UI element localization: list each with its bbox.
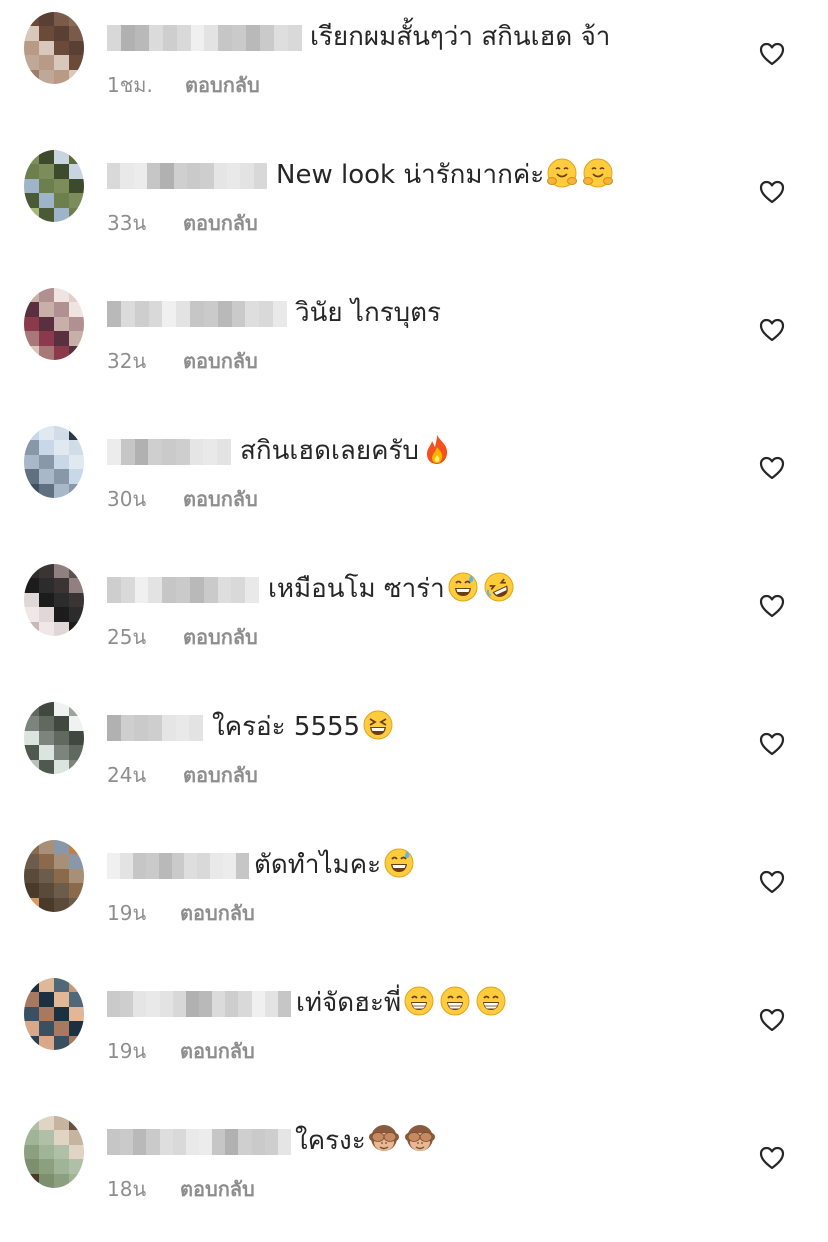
see-no-evil-monkey-emoji xyxy=(404,1123,436,1155)
reply-button[interactable]: ตอบกลับ xyxy=(183,486,258,512)
comment-item: เท่จัดฮะพี่ 19น ตอบกลับ xyxy=(0,966,828,1104)
comment-text: เรียกผมสั้นๆว่า สกินเฮด จ้า xyxy=(310,17,610,57)
avatar[interactable] xyxy=(24,426,84,498)
reply-button[interactable]: ตอบกลับ xyxy=(185,72,260,98)
comment-item: เหมือนโม ซาร่า 25น ตอบกลับ xyxy=(0,552,828,690)
beaming-smile-emoji xyxy=(439,985,471,1017)
comment-text: สกินเฮดเลยครับ xyxy=(240,431,455,471)
avatar[interactable] xyxy=(24,840,84,912)
comment-item: New look น่ารักมากค่ะ 33น ตอบกลับ xyxy=(0,138,828,276)
comment-text: เหมือนโม ซาร่า xyxy=(268,569,517,609)
see-no-evil-monkey-emoji xyxy=(368,1123,400,1155)
username-redacted[interactable] xyxy=(107,25,302,51)
reply-button[interactable]: ตอบกลับ xyxy=(183,624,258,650)
avatar[interactable] xyxy=(24,150,84,222)
comment-text: เท่จัดฮะพี่ xyxy=(296,983,509,1023)
comment-text-content: ใครงะ xyxy=(295,1126,366,1156)
username-redacted[interactable] xyxy=(107,991,291,1017)
reply-button[interactable]: ตอบกลับ xyxy=(180,1038,255,1064)
comment-item: ตัดทำไมคะ 19น ตอบกลับ xyxy=(0,828,828,966)
comment-text: ตัดทำไมคะ xyxy=(254,845,417,885)
username-redacted[interactable] xyxy=(107,439,231,465)
avatar[interactable] xyxy=(24,564,84,636)
comment-item: ใครอ่ะ 5555 24น ตอบกลับ xyxy=(0,690,828,828)
beaming-smile-emoji xyxy=(403,985,435,1017)
username-redacted[interactable] xyxy=(107,163,267,189)
heart-outline-icon[interactable] xyxy=(758,1006,786,1034)
avatar[interactable] xyxy=(24,288,84,360)
comment-timestamp: 24น xyxy=(107,763,147,787)
reply-button[interactable]: ตอบกลับ xyxy=(183,210,258,236)
username-redacted[interactable] xyxy=(107,1129,291,1155)
comment-text-content: New look น่ารักมากค่ะ xyxy=(276,160,545,190)
username-redacted[interactable] xyxy=(107,715,203,741)
comment-text-content: สกินเฮดเลยครับ xyxy=(240,436,419,466)
comment-item: เรียกผมสั้นๆว่า สกินเฮด จ้า 1ชม. ตอบกลับ xyxy=(0,0,828,138)
username-redacted[interactable] xyxy=(107,301,287,327)
comment-timestamp: 25น xyxy=(107,625,147,649)
heart-outline-icon[interactable] xyxy=(758,178,786,206)
comment-text: ใครงะ xyxy=(295,1121,438,1161)
beaming-smile-emoji xyxy=(475,985,507,1017)
comment-timestamp: 30น xyxy=(107,487,147,511)
avatar[interactable] xyxy=(24,12,84,84)
heart-outline-icon[interactable] xyxy=(758,1144,786,1172)
comment-text: ใครอ่ะ 5555 xyxy=(212,707,396,747)
grinning-sweat-emoji xyxy=(447,571,479,603)
heart-outline-icon[interactable] xyxy=(758,592,786,620)
comment-timestamp: 19น xyxy=(107,1039,147,1063)
fire-emoji xyxy=(421,433,453,465)
comment-text-content: ตัดทำไมคะ xyxy=(254,850,382,880)
heart-outline-icon[interactable] xyxy=(758,868,786,896)
comment-timestamp: 18น xyxy=(107,1177,147,1201)
comment-text: วินัย ไกรบุตร xyxy=(295,293,441,333)
comment-text-content: วินัย ไกรบุตร xyxy=(295,298,442,328)
username-redacted[interactable] xyxy=(107,853,249,879)
comment-text: New look น่ารักมากค่ะ xyxy=(276,155,616,195)
avatar[interactable] xyxy=(24,978,84,1050)
username-redacted[interactable] xyxy=(107,577,259,603)
comment-item: ใครงะ 18น ตอบกลับ xyxy=(0,1104,828,1242)
heart-outline-icon[interactable] xyxy=(758,316,786,344)
squinting-laugh-emoji xyxy=(362,709,394,741)
heart-outline-icon[interactable] xyxy=(758,454,786,482)
comment-text-content: เหมือนโม ซาร่า xyxy=(268,574,445,604)
avatar[interactable] xyxy=(24,702,84,774)
comment-text-content: ใครอ่ะ 5555 xyxy=(212,712,361,742)
reply-button[interactable]: ตอบกลับ xyxy=(183,762,258,788)
heart-outline-icon[interactable] xyxy=(758,40,786,68)
grinning-sweat-emoji xyxy=(383,847,415,879)
heart-outline-icon[interactable] xyxy=(758,730,786,758)
avatar[interactable] xyxy=(24,1116,84,1188)
comment-timestamp: 33น xyxy=(107,211,147,235)
comment-item: สกินเฮดเลยครับ 30น ตอบกลับ xyxy=(0,414,828,552)
comment-timestamp: 32น xyxy=(107,349,147,373)
comment-timestamp: 19น xyxy=(107,901,147,925)
comment-text-content: เรียกผมสั้นๆว่า สกินเฮด จ้า xyxy=(310,22,611,52)
rolling-laughing-emoji xyxy=(483,571,515,603)
hugging-face-emoji xyxy=(546,157,578,189)
comment-text-content: เท่จัดฮะพี่ xyxy=(296,988,402,1018)
hugging-face-emoji xyxy=(582,157,614,189)
comment-timestamp: 1ชม. xyxy=(107,73,153,97)
comment-item: วินัย ไกรบุตร 32น ตอบกลับ xyxy=(0,276,828,414)
reply-button[interactable]: ตอบกลับ xyxy=(183,348,258,374)
reply-button[interactable]: ตอบกลับ xyxy=(180,1176,255,1202)
reply-button[interactable]: ตอบกลับ xyxy=(180,900,255,926)
